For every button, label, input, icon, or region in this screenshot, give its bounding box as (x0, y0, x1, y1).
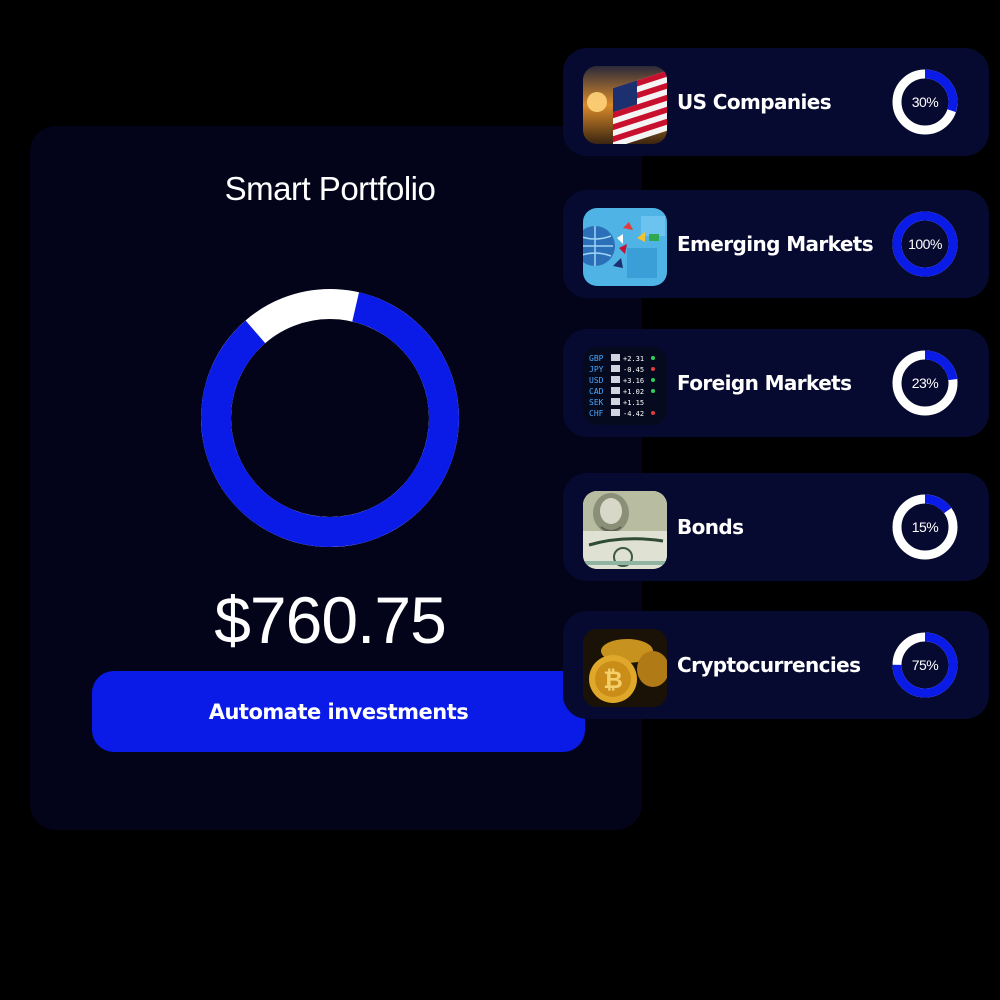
svg-text:-4.42: -4.42 (623, 410, 644, 418)
asset-card-cryptocurrencies[interactable]: ₿ Cryptocurrencies 75% (563, 611, 989, 719)
asset-card-emerging-markets[interactable]: Emerging Markets 100% (563, 190, 989, 298)
asset-percent: 23% (911, 375, 939, 391)
svg-text:+3.16: +3.16 (623, 377, 644, 385)
asset-percent: 15% (911, 519, 939, 535)
portfolio-donut (201, 289, 459, 547)
bitcoin-coins-icon: ₿ (583, 629, 667, 707)
asset-card-foreign-markets[interactable]: GBP JPY USD CAD SEK CHF +2.31 -0.45 +3.16 +1.0… (563, 329, 989, 437)
portfolio-donut-arc (201, 289, 459, 547)
svg-text:JPY: JPY (589, 365, 604, 374)
portfolio-title: Smart Portfolio (224, 170, 436, 207)
svg-text:USD: USD (589, 376, 604, 385)
automate-investments-button[interactable]: Automate investments (92, 671, 585, 752)
currency-board-icon: GBP JPY USD CAD SEK CHF +2.31 -0.45 +3.16 +1.0… (583, 347, 667, 425)
asset-name: Foreign Markets (677, 371, 852, 395)
svg-text:CHF: CHF (589, 409, 604, 418)
asset-percent: 100% (908, 236, 942, 252)
asset-name: Emerging Markets (677, 232, 874, 256)
globe-map-icon (583, 208, 667, 286)
svg-text:SEK: SEK (589, 398, 604, 407)
asset-percent: 30% (911, 94, 939, 110)
asset-card-bonds[interactable]: Bonds 15% (563, 473, 989, 581)
asset-name: Bonds (677, 515, 744, 539)
asset-card-us-companies[interactable]: US Companies 30% (563, 48, 989, 156)
us-flag-icon (583, 66, 667, 144)
dollar-bill-icon (583, 491, 667, 569)
svg-text:-0.45: -0.45 (623, 366, 644, 374)
svg-text:+1.02: +1.02 (623, 388, 644, 396)
asset-percent: 75% (911, 657, 939, 673)
asset-name: Cryptocurrencies (677, 653, 861, 677)
portfolio-amount: $760.75 (214, 583, 447, 657)
svg-text:₿: ₿ (603, 666, 623, 694)
asset-name: US Companies (677, 90, 832, 114)
svg-text:+2.31: +2.31 (623, 355, 644, 363)
svg-text:GBP: GBP (589, 354, 604, 363)
svg-text:CAD: CAD (589, 387, 604, 396)
svg-text:+1.15: +1.15 (623, 399, 644, 407)
